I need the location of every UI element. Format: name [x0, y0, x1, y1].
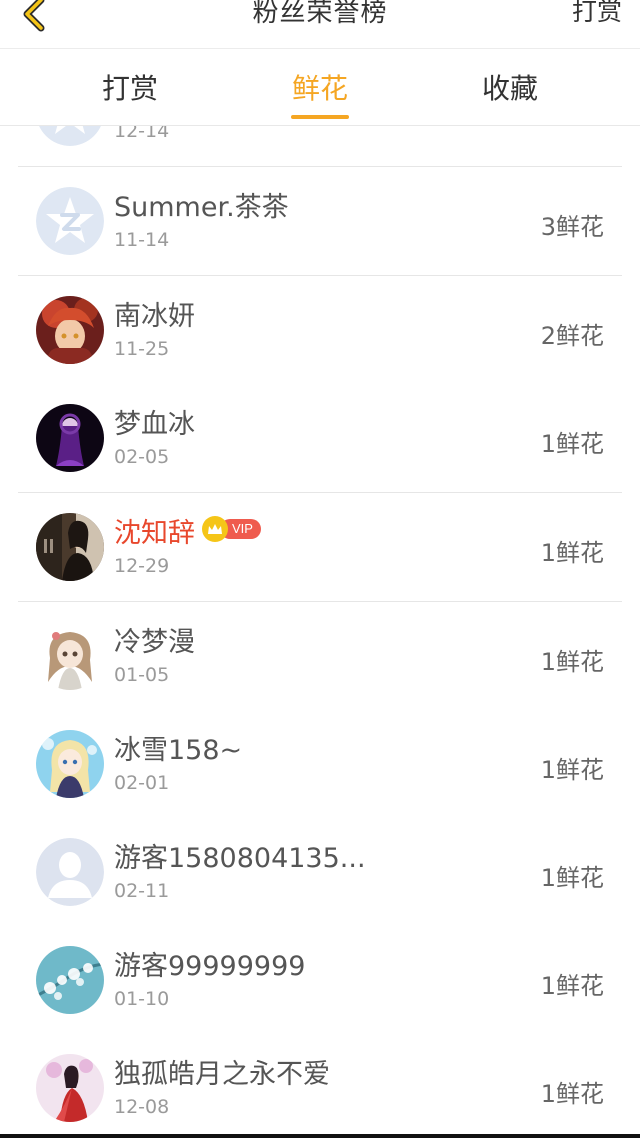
item-date: 01-05	[114, 664, 170, 686]
user-avatar-icon	[36, 622, 104, 690]
item-flower-count: 1鲜花	[540, 756, 604, 784]
tab-flowers[interactable]: 鲜花	[225, 49, 415, 125]
item-flower-count: 1鲜花	[540, 648, 604, 676]
item-date: 12-14	[114, 126, 170, 142]
page-title: 粉丝荣誉榜	[252, 0, 388, 28]
item-flower-count: 1鲜花	[540, 864, 604, 892]
tab-bar: 打赏 鲜花 收藏	[0, 49, 640, 126]
user-avatar-icon	[36, 730, 104, 798]
user-avatar-icon	[36, 296, 104, 364]
item-name: 冰雪158~	[114, 735, 243, 766]
item-name: 梦血冰	[114, 409, 195, 440]
bottom-edge	[0, 1134, 640, 1138]
item-name: 沈知辞	[114, 518, 195, 549]
header-bar: 粉丝荣誉榜 打赏	[0, 0, 640, 49]
item-flower-count: 2鲜花	[540, 322, 604, 350]
item-name: 游客1580804135...	[114, 843, 366, 874]
fans-honor-page: 粉丝荣誉榜 打赏 打赏 鲜花 收藏 12-14 Summer.茶茶 11-14 …	[0, 0, 640, 1138]
default-user-icon	[36, 838, 104, 906]
item-flower-count: 1鲜花	[540, 972, 604, 1000]
list-item[interactable]: 12-14	[18, 126, 622, 167]
user-avatar-icon	[36, 513, 104, 581]
item-name: 独孤皓月之永不爱	[114, 1059, 330, 1090]
vip-badge: VIP	[202, 516, 261, 542]
item-flower-count: 1鲜花	[540, 539, 604, 567]
list-item[interactable]: 沈知辞 VIP 12-29 1鲜花	[18, 493, 622, 602]
item-date: 11-25	[114, 338, 170, 360]
item-date: 11-14	[114, 229, 170, 251]
item-name: 南冰妍	[114, 301, 195, 332]
default-avatar-icon	[36, 126, 104, 146]
list-item[interactable]: 梦血冰 02-05 1鲜花	[18, 384, 622, 493]
user-avatar-icon	[36, 1054, 104, 1122]
item-name: 游客99999999	[114, 951, 306, 982]
active-tab-indicator	[291, 115, 349, 119]
list-item[interactable]: Summer.茶茶 11-14 3鲜花	[18, 167, 622, 276]
item-name: Summer.茶茶	[114, 192, 289, 223]
default-avatar-icon	[36, 187, 104, 255]
reward-button[interactable]: 打赏	[572, 0, 622, 28]
item-date: 02-11	[114, 880, 170, 902]
list-item[interactable]: 冷梦漫 01-05 1鲜花	[18, 602, 622, 711]
crown-icon	[202, 516, 228, 542]
list-item[interactable]: 南冰妍 11-25 2鲜花	[18, 276, 622, 385]
list-item[interactable]: 冰雪158~ 02-01 1鲜花	[18, 710, 622, 819]
list-item[interactable]: 游客99999999 01-10 1鲜花	[18, 926, 622, 1035]
item-date: 12-08	[114, 1096, 170, 1118]
tab-reward[interactable]: 打赏	[35, 49, 225, 125]
list-item[interactable]: 独孤皓月之永不爱 12-08 1鲜花	[18, 1034, 622, 1138]
item-date: 01-10	[114, 988, 170, 1010]
tab-favorites[interactable]: 收藏	[415, 49, 605, 125]
list-item[interactable]: 游客1580804135... 02-11 1鲜花	[18, 818, 622, 927]
fans-list[interactable]: 12-14 Summer.茶茶 11-14 3鲜花 南冰妍 11-25 2鲜花 …	[0, 126, 640, 1138]
item-date: 02-05	[114, 446, 170, 468]
item-flower-count: 1鲜花	[540, 430, 604, 458]
item-date: 02-01	[114, 772, 170, 794]
item-date: 12-29	[114, 555, 170, 577]
item-flower-count: 3鲜花	[540, 213, 604, 241]
item-name: 冷梦漫	[114, 627, 195, 658]
user-avatar-icon	[36, 404, 104, 472]
item-flower-count: 1鲜花	[540, 1080, 604, 1108]
user-avatar-icon	[36, 946, 104, 1014]
